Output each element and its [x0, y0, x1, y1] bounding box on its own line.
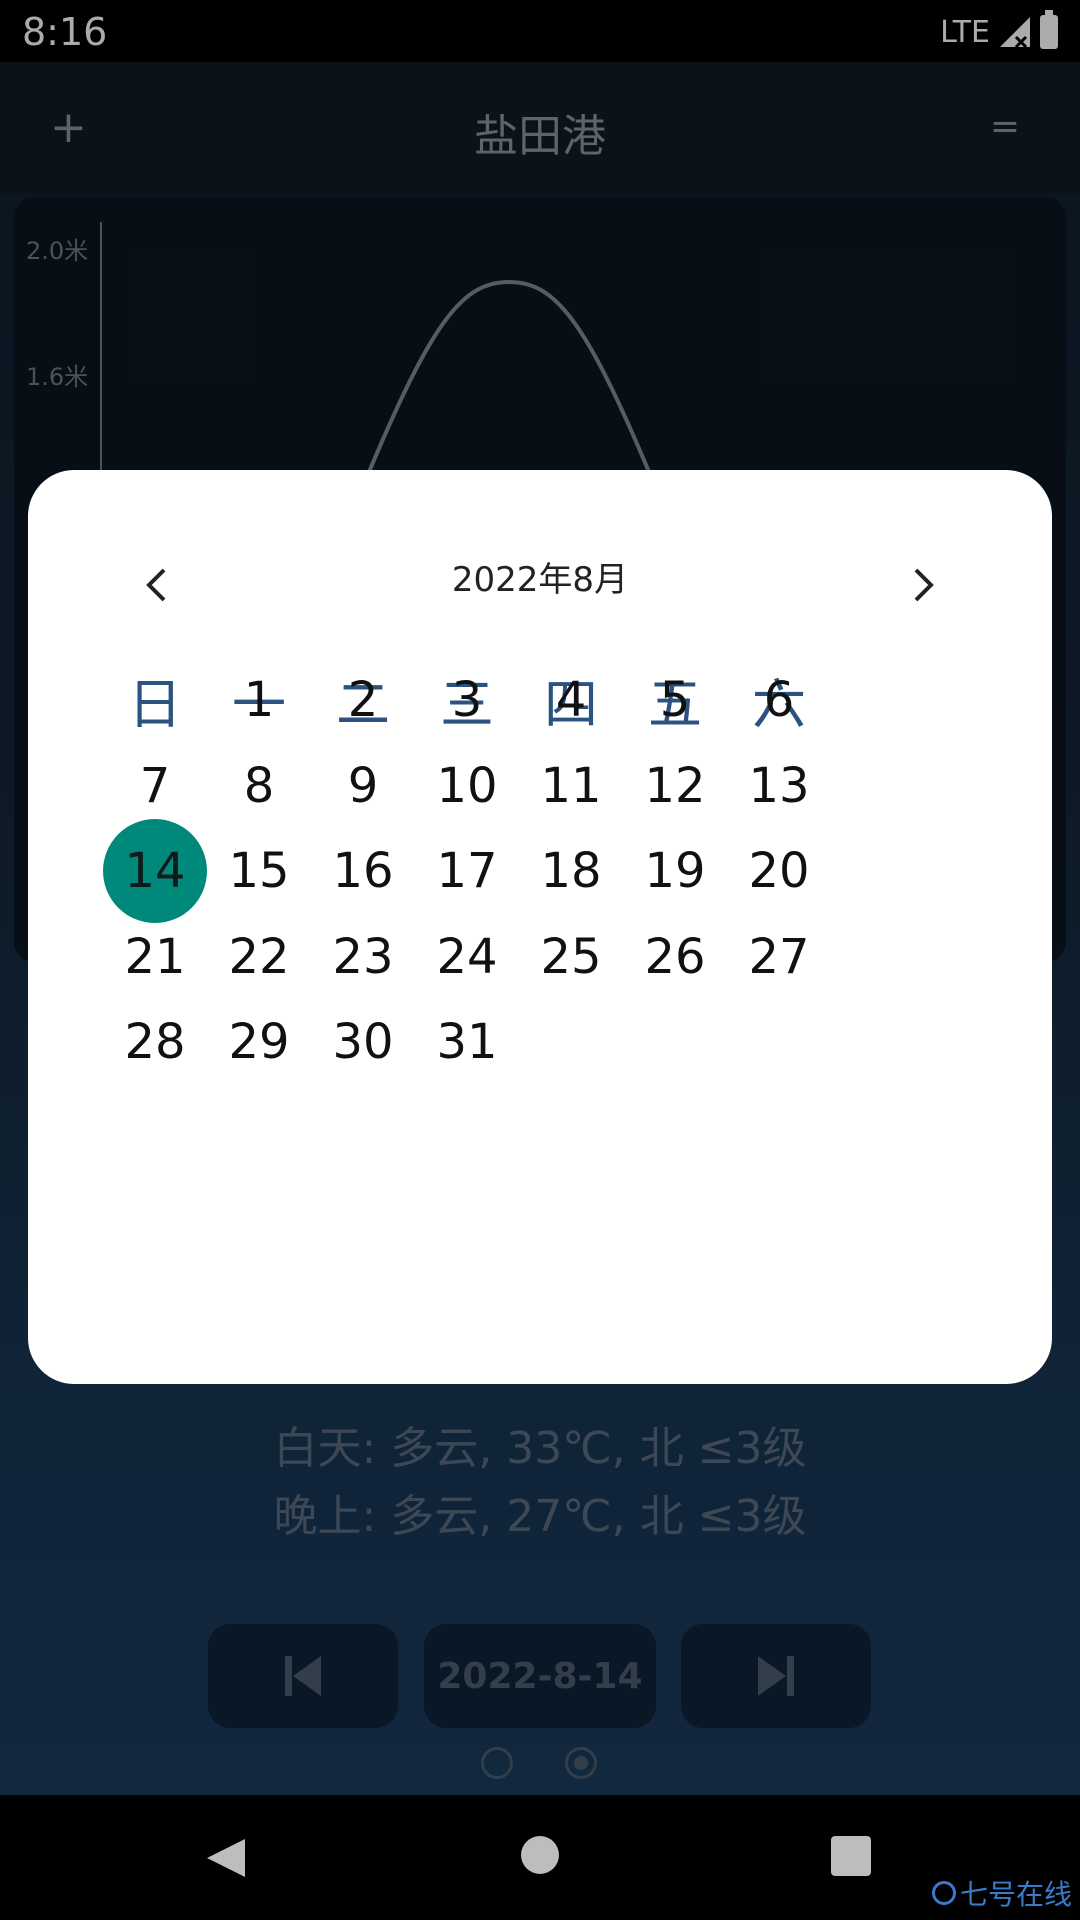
date-picker-dialog: 2022年8月 日一二三四五六 1 2 3 4 5 6 7 8 9 10 11 12 13 14 15 16 1… [28, 470, 1052, 1384]
calendar-day[interactable]: 29 [207, 990, 311, 1094]
recents-icon[interactable] [831, 1836, 871, 1876]
calendar-day[interactable]: 28 [103, 990, 207, 1094]
watermark-logo-icon [931, 1881, 956, 1905]
calendar-day[interactable]: 27 [727, 905, 831, 1009]
chevron-right-icon [914, 568, 934, 602]
weekday-label: 日 [128, 673, 182, 736]
calendar-day[interactable]: 30 [311, 990, 415, 1094]
back-icon[interactable] [205, 1837, 247, 1879]
home-icon[interactable] [521, 1836, 559, 1874]
system-nav-bar: 七号在线 [0, 1795, 1080, 1920]
watermark-text: 七号在线 [959, 1878, 1072, 1911]
calendar-day[interactable]: 31 [415, 990, 519, 1094]
watermark: 七号在线 [931, 1873, 1072, 1913]
calendar-day[interactable]: 25 [519, 905, 623, 1009]
calendar-day[interactable]: 26 [623, 905, 727, 1009]
next-month-button[interactable] [894, 555, 954, 615]
